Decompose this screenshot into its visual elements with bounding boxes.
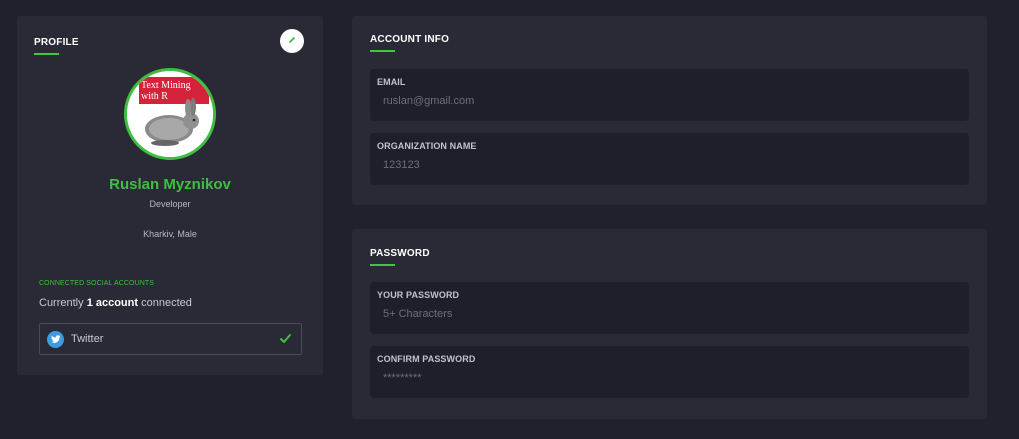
password-title: PASSWORD: [370, 248, 430, 259]
profile-title-underline: [34, 53, 59, 55]
account-info-title-underline: [370, 50, 395, 52]
connected-accounts-count: Currently 1 account connected: [39, 297, 192, 309]
user-location: Kharkiv, Male: [143, 229, 197, 239]
account-info-title: ACCOUNT INFO: [370, 34, 450, 45]
account-info-card: ACCOUNT INFO EMAIL ruslan@gmail.com ORGA…: [352, 16, 987, 205]
count-suffix: connected: [141, 297, 192, 309]
profile-card: PROFILE Text Mining with R Ruslan Myznik…: [17, 16, 323, 375]
social-account-twitter[interactable]: Twitter: [39, 323, 302, 355]
pencil-icon: [287, 32, 297, 50]
avatar: Text Mining with R: [124, 68, 216, 160]
profile-title: PROFILE: [34, 37, 79, 48]
password-title-underline: [370, 264, 395, 266]
count-bold: 1 account: [86, 297, 139, 309]
avatar-title-line2: with R: [141, 91, 168, 102]
connected-accounts-label: CONNECTED SOCIAL ACCOUNTS: [39, 280, 155, 287]
avatar-title-line1: Text Mining: [141, 80, 191, 91]
organization-name-value: 123123: [383, 159, 420, 171]
password-card: PASSWORD YOUR PASSWORD 5+ Characters CON…: [352, 229, 987, 419]
count-prefix: Currently: [39, 297, 84, 309]
edit-profile-button[interactable]: [280, 29, 304, 53]
book-cover-rabbit-icon: Text Mining with R: [127, 71, 213, 157]
organization-name-label: ORGANIZATION NAME: [377, 141, 477, 151]
email-label: EMAIL: [377, 77, 406, 87]
your-password-placeholder: 5+ Characters: [383, 308, 453, 320]
user-role: Developer: [149, 199, 191, 209]
your-password-label: YOUR PASSWORD: [377, 290, 460, 300]
email-field[interactable]: EMAIL ruslan@gmail.com: [370, 69, 969, 121]
twitter-icon: [47, 330, 64, 348]
your-password-field[interactable]: YOUR PASSWORD 5+ Characters: [370, 282, 969, 334]
email-value: ruslan@gmail.com: [383, 95, 475, 107]
confirm-password-field[interactable]: CONFIRM PASSWORD *********: [370, 346, 969, 398]
organization-name-field[interactable]: ORGANIZATION NAME 123123: [370, 133, 969, 185]
user-name: Ruslan Myznikov: [109, 176, 231, 193]
checkmark-icon: [279, 332, 292, 350]
confirm-password-value: *********: [383, 372, 422, 384]
social-account-name: Twitter: [71, 333, 104, 345]
confirm-password-label: CONFIRM PASSWORD: [377, 354, 476, 364]
